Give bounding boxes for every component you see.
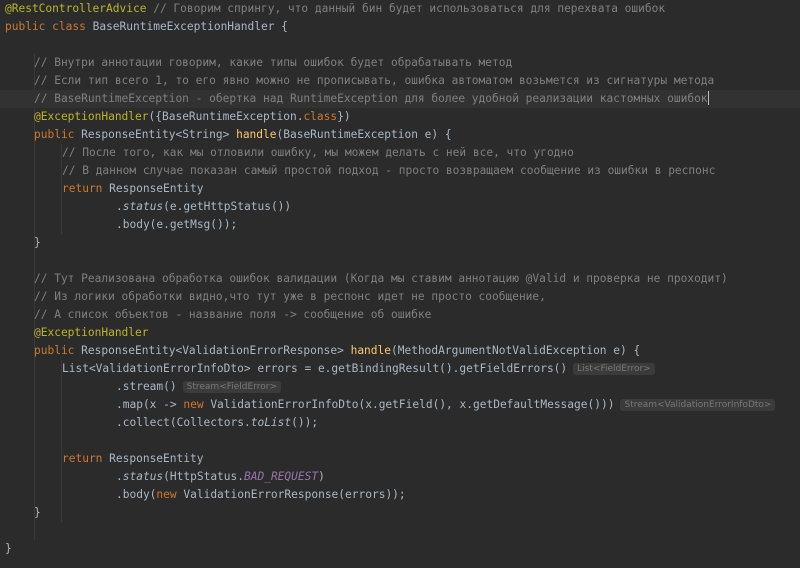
code-line-4[interactable]: // Внутри аннотации говорим, какие типы … <box>0 54 800 72</box>
keyword: public <box>5 20 46 33</box>
method-name: handle <box>350 344 391 357</box>
code-line-18[interactable]: // А список объектов - название поля -> … <box>0 306 800 324</box>
code-line-10[interactable]: // В данном случае показан самый простой… <box>0 162 800 180</box>
method-args: ) <box>318 470 325 483</box>
rest-controller-advice-annotation: @RestControllerAdvice <box>5 2 147 15</box>
method-call: ValidationErrorInfoDto(x.getField(), x.g… <box>203 398 615 411</box>
return-type: ResponseEntity<ValidationErrorResponse> <box>74 344 351 357</box>
code-line-11[interactable]: return ResponseEntity <box>0 180 800 198</box>
code-line-28[interactable]: .body(new ValidationErrorResponse(errors… <box>0 486 800 504</box>
code-line-8[interactable]: public ResponseEntity<String> handle(Bas… <box>0 126 800 144</box>
method-call: .collect(Collectors. <box>116 416 251 429</box>
comment: // Из логики обработки видно,что тут уже… <box>34 290 546 303</box>
dot: . <box>116 470 123 483</box>
variable-declaration: List<ValidationErrorInfoDto> errors = e.… <box>62 362 568 375</box>
comment: // BaseRuntimeException - обертка над Ru… <box>34 92 708 105</box>
code-line-7[interactable]: @ExceptionHandler({BaseRuntimeException.… <box>0 108 800 126</box>
method-call: .body( <box>116 488 157 501</box>
code-line-21[interactable]: List<ValidationErrorInfoDto> errors = e.… <box>0 360 800 378</box>
dot: . <box>116 200 123 213</box>
keyword: new <box>156 488 177 501</box>
code-editor[interactable]: @RestControllerAdvice // Говорим спрингу… <box>0 0 800 568</box>
comment: // Внутри аннотации говорим, какие типы … <box>34 56 513 69</box>
code-line-29[interactable]: } <box>0 504 800 522</box>
method-params: (MethodArgumentNotValidException e) { <box>391 344 641 357</box>
class-name: BaseRuntimeExceptionHandler { <box>85 20 288 33</box>
method-args: (e.getHttpStatus()) <box>163 200 292 213</box>
code-line-1[interactable]: @RestControllerAdvice // Говорим спрингу… <box>0 0 800 18</box>
comment: // После того, как мы отловили ошибку, м… <box>62 146 574 159</box>
code-line-17[interactable]: // Из логики обработки видно,что тут уже… <box>0 288 800 306</box>
comment: // Тут Реализована обработка ошибок вали… <box>34 272 728 285</box>
keyword: class <box>303 110 338 123</box>
code-line-9[interactable]: // После того, как мы отловили ошибку, м… <box>0 144 800 162</box>
exception-handler-annotation: @ExceptionHandler <box>34 326 149 339</box>
code-line-5[interactable]: // Если тип всего 1, то его явно можно н… <box>0 72 800 90</box>
code-line-27[interactable]: .status(HttpStatus.BAD_REQUEST) <box>0 468 800 486</box>
type-hint: Stream<ValidationErrorInfoDto> <box>620 399 776 411</box>
static-method: toList <box>250 416 292 429</box>
keyword: return <box>62 182 103 195</box>
method-call: ()); <box>291 416 319 429</box>
method-call: ValidationErrorResponse(errors)); <box>176 488 406 501</box>
closing-brace: } <box>5 542 12 555</box>
code-line-14[interactable]: } <box>0 234 800 252</box>
keyword: new <box>183 398 204 411</box>
keyword: return <box>62 452 103 465</box>
method-call: .map(x -> <box>116 398 184 411</box>
annotation-args: ({BaseRuntimeException. <box>148 110 304 123</box>
code-line-22[interactable]: .stream() Stream<FieldError> <box>0 378 800 396</box>
type-hint: Stream<FieldError> <box>182 381 281 393</box>
class-ref: ResponseEntity <box>102 452 204 465</box>
comment: // А список объектов - название поля -> … <box>34 308 432 321</box>
return-type: ResponseEntity<String> <box>74 128 237 141</box>
type-hint: List<FieldError> <box>573 363 655 375</box>
code-line-6[interactable]: // BaseRuntimeException - обертка над Ru… <box>0 90 800 108</box>
code-line-16[interactable]: // Тут Реализована обработка ошибок вали… <box>0 270 800 288</box>
keyword: public <box>34 344 75 357</box>
method-params: (BaseRuntimeException e) { <box>276 128 452 141</box>
comment: // В данном случае показан самый простой… <box>62 164 716 177</box>
enum-constant: BAD_REQUEST <box>244 470 319 483</box>
code-line-26[interactable]: return ResponseEntity <box>0 450 800 468</box>
code-line-23[interactable]: .map(x -> new ValidationErrorInfoDto(x.g… <box>0 396 800 414</box>
keyword: class <box>52 20 86 33</box>
closing-brace: } <box>34 506 41 519</box>
static-method: status <box>122 470 164 483</box>
code-line-24[interactable]: .collect(Collectors.toList()); <box>0 414 800 432</box>
closing-brace: } <box>34 236 41 249</box>
text-cursor <box>707 91 709 105</box>
method-call: .body(e.getMsg()); <box>116 218 238 231</box>
comment: // Говорим спрингу, что данный бин будет… <box>153 2 666 15</box>
exception-handler-annotation: @ExceptionHandler <box>34 110 149 123</box>
comment: // Если тип всего 1, то его явно можно н… <box>34 74 715 87</box>
code-line-19[interactable]: @ExceptionHandler <box>0 324 800 342</box>
method-call: .stream() <box>116 380 177 393</box>
annotation-args: }) <box>337 110 351 123</box>
keyword: public <box>34 128 75 141</box>
code-line-20[interactable]: public ResponseEntity<ValidationErrorRes… <box>0 342 800 360</box>
code-line-2[interactable]: public class BaseRuntimeExceptionHandler… <box>0 18 800 36</box>
method-name: handle <box>236 128 277 141</box>
method-args: (HttpStatus. <box>163 470 244 483</box>
static-method: status <box>122 200 164 213</box>
class-ref: ResponseEntity <box>102 182 204 195</box>
code-line-31[interactable]: } <box>0 540 800 558</box>
code-line-12[interactable]: .status(e.getHttpStatus()) <box>0 198 800 216</box>
code-line-13[interactable]: .body(e.getMsg()); <box>0 216 800 234</box>
